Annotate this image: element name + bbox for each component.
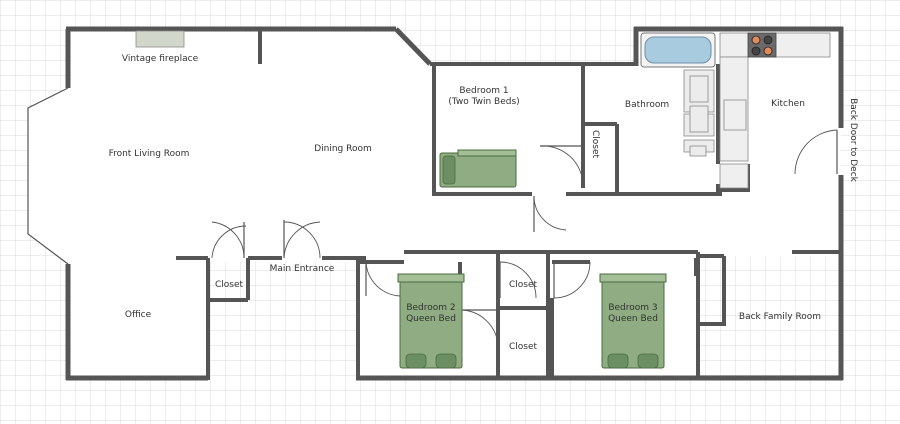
label-closet-bedroom-1: Closet: [590, 130, 600, 159]
label-bedroom-3: Bedroom 3: [608, 303, 657, 313]
label-fireplace: Vintage fireplace: [122, 54, 199, 64]
label-closet-entry: Closet: [215, 280, 244, 290]
label-back-door: Back Door to Deck: [848, 98, 858, 183]
twin-bed: [439, 149, 517, 188]
stove-icon: [747, 32, 777, 58]
label-dining-room: Dining Room: [314, 144, 372, 154]
label-office: Office: [125, 310, 152, 320]
bathtub: [640, 32, 716, 68]
floor-plan: Vintage fireplace Front Living Room Dini…: [0, 0, 900, 424]
label-closet-top: Closet: [509, 280, 538, 290]
label-bedroom-1: Bedroom 1: [459, 86, 508, 96]
label-bedroom-2-bed: Queen Bed: [406, 314, 456, 324]
label-bedroom-2: Bedroom 2: [406, 303, 455, 313]
fireplace: [135, 30, 185, 48]
label-kitchen: Kitchen: [771, 99, 805, 109]
label-bedroom-3-bed: Queen Bed: [608, 314, 658, 324]
label-closet-bottom: Closet: [509, 342, 538, 352]
label-back-family-room: Back Family Room: [739, 312, 821, 322]
label-bedroom-1-beds: (Two Twin Beds): [448, 97, 519, 107]
label-front-living-room: Front Living Room: [109, 149, 190, 159]
label-bathroom: Bathroom: [625, 100, 669, 110]
label-main-entrance: Main Entrance: [270, 264, 335, 274]
